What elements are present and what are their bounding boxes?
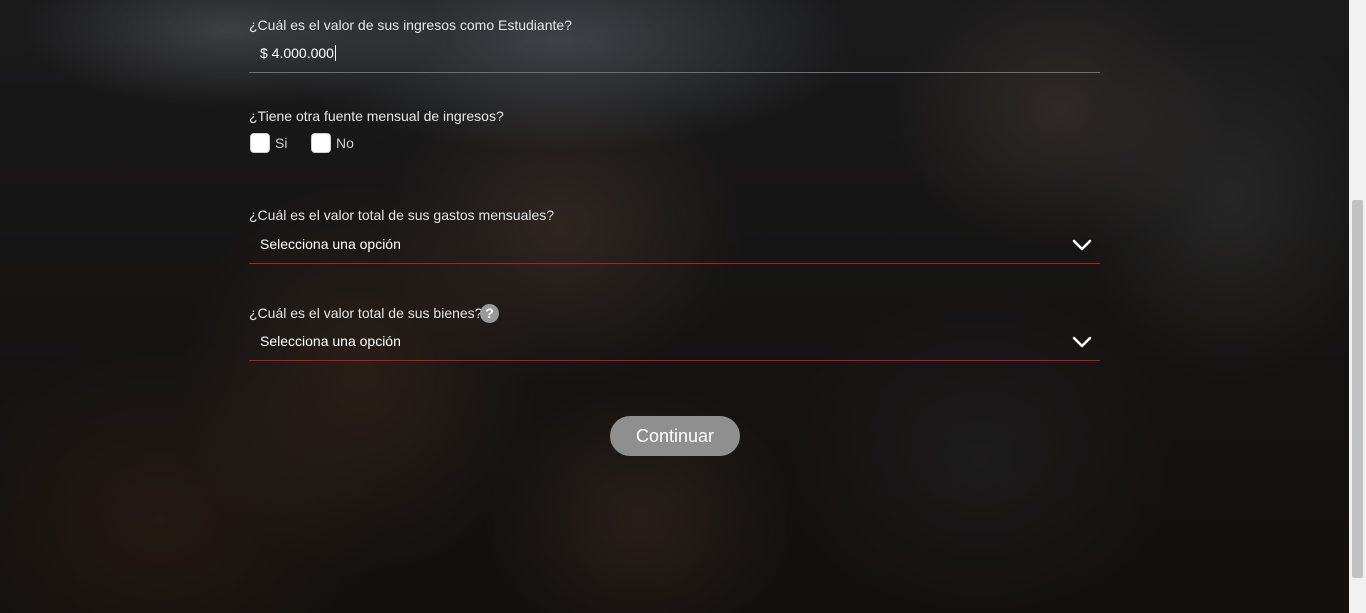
option-label-no: No [336, 135, 354, 151]
expenses-selected-value: Selecciona una opción [260, 236, 401, 252]
scrollbar-thumb[interactable] [1352, 200, 1363, 578]
income-question-label: ¿Cuál es el valor de sus ingresos como E… [249, 17, 572, 33]
assets-select[interactable]: Selecciona una opción [249, 324, 1100, 361]
other-income-option-si[interactable]: Si [250, 133, 287, 153]
background-overlay [0, 0, 1366, 613]
expenses-select[interactable]: Selecciona una opción [249, 227, 1100, 264]
chevron-down-icon [1072, 239, 1092, 251]
assets-question-label: ¿Cuál es el valor total de sus bienes? [249, 305, 483, 321]
expenses-question-label: ¿Cuál es el valor total de sus gastos me… [249, 207, 555, 223]
other-income-question-label: ¿Tiene otra fuente mensual de ingresos? [249, 108, 504, 124]
page: ¿Cuál es el valor de sus ingresos como E… [0, 0, 1366, 613]
question-mark-icon[interactable]: ? [480, 304, 499, 323]
text-cursor [334, 45, 336, 61]
income-value-text: $ 4.000.000 [260, 45, 334, 61]
other-income-option-no[interactable]: No [311, 133, 354, 153]
checkbox-si[interactable] [250, 133, 270, 153]
vertical-scrollbar[interactable] [1349, 0, 1366, 613]
income-input-value: $ 4.000.000 [260, 45, 336, 61]
checkbox-no[interactable] [311, 133, 331, 153]
chevron-down-icon [1072, 336, 1092, 348]
option-label-si: Si [275, 135, 288, 151]
income-input[interactable]: $ 4.000.000 [249, 36, 1100, 73]
continue-button[interactable]: Continuar [610, 416, 740, 456]
assets-selected-value: Selecciona una opción [260, 333, 401, 349]
